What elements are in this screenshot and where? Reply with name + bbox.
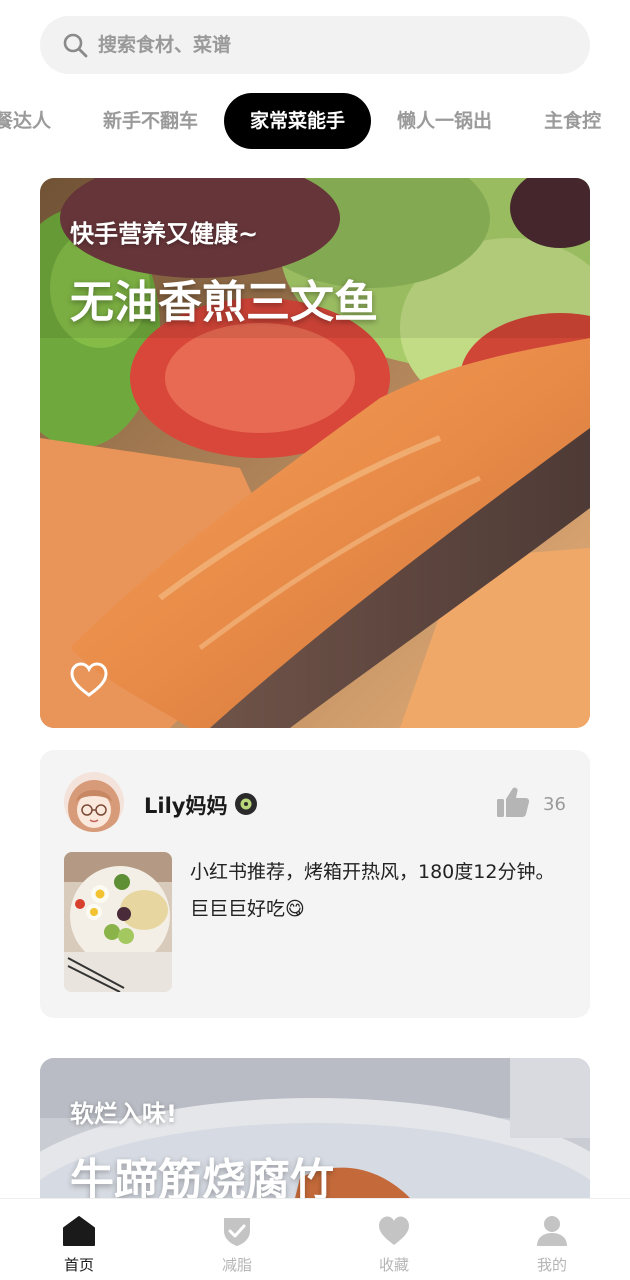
shield-check-icon (224, 1218, 250, 1246)
nav-home[interactable]: 首页 (29, 1199, 129, 1280)
comment-photo[interactable] (64, 852, 172, 992)
verified-badge-icon (235, 793, 257, 815)
search-bar[interactable] (40, 16, 590, 74)
nav-fat-loss-label: 减脂 (221, 1256, 252, 1274)
username[interactable]: Lily妈妈 (144, 790, 227, 820)
featured-recipe-card[interactable]: 快手营养又健康~ 无油香煎三文鱼 (40, 178, 590, 728)
heart-icon (379, 1216, 409, 1245)
nav-home-label: 首页 (63, 1256, 94, 1274)
home-icon (63, 1216, 95, 1246)
nav-profile[interactable]: 我的 (502, 1199, 602, 1280)
bottom-nav: 首页 减脂 收藏 我的 (0, 1198, 630, 1280)
recipe-subtitle: 软烂入味! (70, 1100, 177, 1128)
tab-staple-food[interactable]: 主食控 (518, 93, 627, 149)
nav-favorites[interactable]: 收藏 (344, 1199, 444, 1280)
comment-card[interactable]: Lily妈妈 36 小红书推荐，烤箱开热风，180度12分钟。巨巨巨好吃😋 (40, 750, 590, 1018)
tab-home-cooking[interactable]: 家常菜能手 (224, 93, 372, 149)
tab-beginner[interactable]: 新手不翻车 (77, 93, 224, 149)
user-icon (537, 1216, 567, 1246)
comment-text: 小红书推荐，烤箱开热风，180度12分钟。巨巨巨好吃😋 (190, 861, 555, 920)
tab-meal-master[interactable]: 餐达人 (0, 93, 77, 149)
tab-one-pot[interactable]: 懒人一锅出 (371, 93, 518, 149)
nav-favorites-label: 收藏 (378, 1256, 409, 1274)
featured-recipe-title: 无油香煎三文鱼 (70, 277, 378, 328)
thumbs-up-icon[interactable] (496, 786, 530, 818)
search-icon (63, 33, 88, 58)
search-input[interactable] (98, 34, 498, 56)
avatar[interactable] (64, 772, 124, 832)
category-tabs: 餐达人 新手不翻车 家常菜能手 懒人一锅出 主食控 (0, 93, 630, 149)
featured-recipe-image (40, 178, 590, 728)
recipe-card[interactable]: 软烂入味! 牛蹄筋烧腐竹 (40, 1058, 590, 1218)
heart-outline-icon[interactable] (70, 662, 108, 698)
nav-profile-label: 我的 (536, 1256, 567, 1274)
nav-fat-loss[interactable]: 减脂 (187, 1199, 287, 1280)
like-count: 36 (543, 794, 566, 815)
featured-recipe-subtitle: 快手营养又健康~ (70, 220, 259, 248)
